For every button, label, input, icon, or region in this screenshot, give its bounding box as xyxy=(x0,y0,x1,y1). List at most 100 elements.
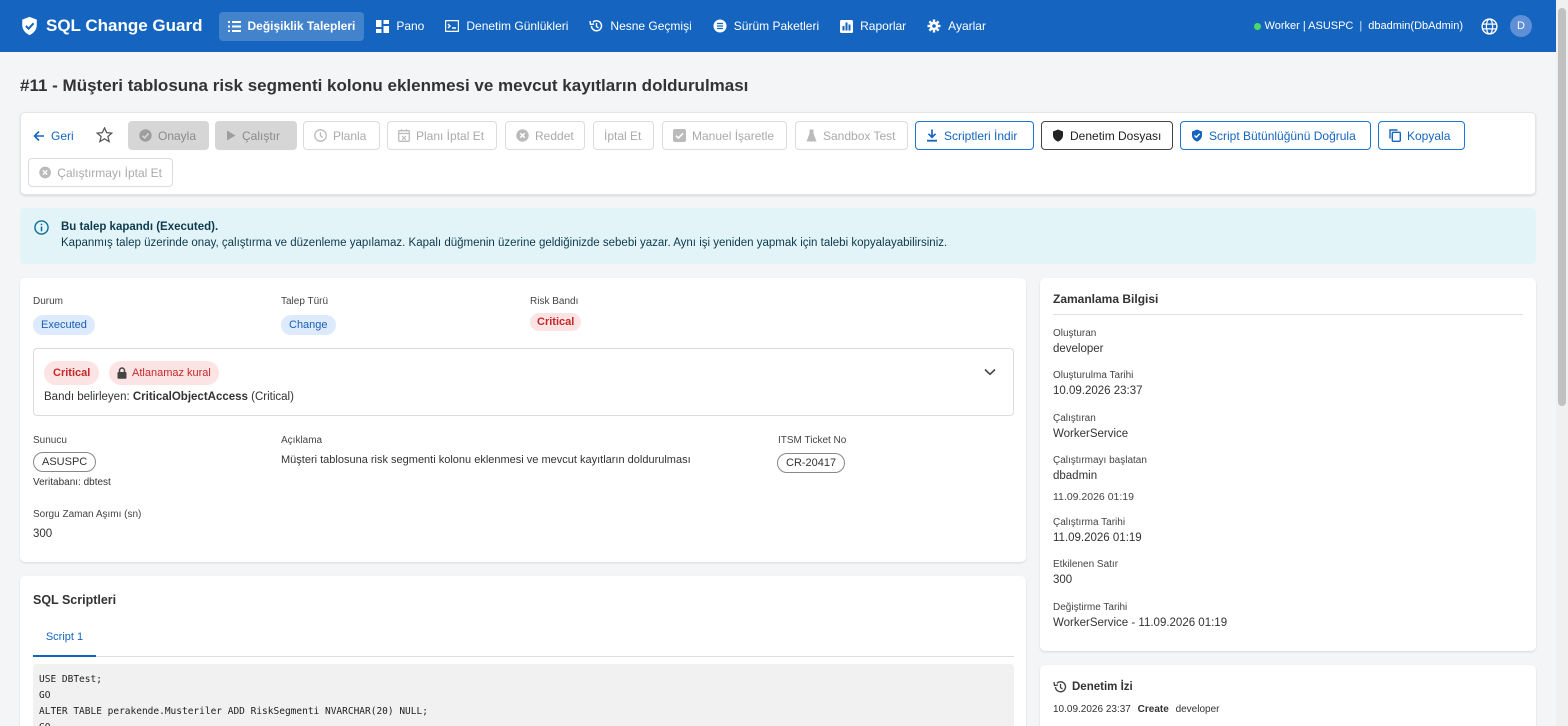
sql-scripts-card: SQL Scriptleri Script 1 USE DBTest; GO A… xyxy=(20,576,1026,726)
nav-item-label: Değişiklik Talepleri xyxy=(247,19,356,33)
action-toolbar: Geri Onayla Çalıştır Planla Planı İptal … xyxy=(20,112,1536,195)
dashboard-icon xyxy=(376,19,390,33)
checkbox-icon xyxy=(673,129,686,142)
nav-item-audit-logs[interactable]: Denetim Günlükleri xyxy=(436,12,577,41)
banner-title: Bu talep kapandı (Executed). xyxy=(61,221,219,233)
copy-button[interactable]: Kopyala xyxy=(1378,121,1465,150)
star-icon[interactable] xyxy=(96,127,113,143)
started-by-value: dbadmin xyxy=(1053,470,1098,482)
manual-mark-button[interactable]: Manuel İşaretle xyxy=(662,121,787,150)
verify-integrity-button[interactable]: Script Bütünlüğünü Doğrula xyxy=(1180,121,1371,150)
audit-trail-title: Denetim İzi xyxy=(1072,681,1133,693)
audit-file-label: Denetim Dosyası xyxy=(1070,128,1162,143)
avatar[interactable]: D xyxy=(1510,15,1532,37)
nav-item-label: Ayarlar xyxy=(948,19,986,33)
itsm-label: ITSM Ticket No xyxy=(778,435,847,446)
audit-trail-card: Denetim İzi 10.09.2026 23:37 Create deve… xyxy=(1040,665,1536,726)
execute-button[interactable]: Çalıştır xyxy=(215,121,297,150)
audit-entry-user: developer xyxy=(1175,704,1220,715)
cancel-plan-label: Planı İptal Et xyxy=(416,128,485,143)
affected-rows-label: Etkilenen Satır xyxy=(1053,559,1119,570)
nav-item-change-requests[interactable]: Değişiklik Talepleri xyxy=(218,11,365,41)
gear-icon xyxy=(927,19,941,33)
executed-at-label: Çalıştırma Tarihi xyxy=(1053,517,1126,528)
play-icon xyxy=(227,130,236,141)
risk-rule-panel[interactable]: Critical Atlanamaz kural Bandı belirleye… xyxy=(33,348,1014,416)
x-circle-icon xyxy=(516,129,529,142)
created-by-value: developer xyxy=(1053,343,1104,355)
brand-name: SQL Change Guard xyxy=(46,16,203,35)
top-navbar: SQL Change Guard Değişiklik Talepleri Pa… xyxy=(0,0,1556,52)
reject-button[interactable]: Reddet xyxy=(505,121,585,150)
approve-label: Onayla xyxy=(158,128,197,143)
audit-entry: 10.09.2026 23:37 Create developer xyxy=(1053,704,1219,715)
nav-item-label: Sürüm Paketleri xyxy=(733,19,820,33)
sql-code-block[interactable]: USE DBTest; GO ALTER TABLE perakende.Mus… xyxy=(33,664,1014,726)
audit-entry-action: Create xyxy=(1137,704,1169,715)
nav-item-label: Raporlar xyxy=(860,19,907,33)
timeout-value: 300 xyxy=(33,528,53,540)
audit-trail-header: Denetim İzi xyxy=(1053,680,1133,694)
timing-info-card: Zamanlama Bilgisi Oluşturan developer Ol… xyxy=(1040,278,1536,651)
cancel-run-label: Çalıştırmayı İptal Et xyxy=(57,165,162,180)
itsm-badge[interactable]: CR-20417 xyxy=(777,453,846,473)
globe-icon[interactable] xyxy=(1481,17,1498,35)
verify-label: Script Bütünlüğünü Doğrula xyxy=(1209,128,1356,143)
type-badge: Change xyxy=(281,315,336,335)
nav-item-release-packages[interactable]: Sürüm Paketleri xyxy=(704,12,828,41)
cancel-run-button[interactable]: Çalıştırmayı İptal Et xyxy=(28,158,173,187)
sandbox-test-button[interactable]: Sandbox Test xyxy=(795,121,908,150)
nav-item-reports[interactable]: Raporlar xyxy=(831,12,915,41)
risk-badge: Critical xyxy=(530,313,582,331)
nav-item-settings[interactable]: Ayarlar xyxy=(918,12,995,41)
history-icon xyxy=(589,20,603,32)
check-circle-icon xyxy=(139,129,152,142)
clock-icon xyxy=(314,129,327,142)
tabs-divider xyxy=(33,656,1014,657)
audit-file-button[interactable]: Denetim Dosyası xyxy=(1041,121,1173,150)
cancel-button[interactable]: İptal Et xyxy=(593,121,654,150)
chevron-down-icon[interactable] xyxy=(984,368,996,376)
download-scripts-button[interactable]: Scriptleri İndir xyxy=(915,121,1034,150)
status-badge: Executed xyxy=(33,315,95,335)
band-prefix: Bandı belirleyen: xyxy=(44,391,130,403)
cancel-label: İptal Et xyxy=(604,128,642,143)
list-icon xyxy=(227,20,241,32)
nav-item-object-history[interactable]: Nesne Geçmişi xyxy=(580,12,700,41)
scrollbar-thumb[interactable] xyxy=(1558,8,1566,406)
vertical-scrollbar[interactable] xyxy=(1556,0,1568,726)
back-button[interactable]: Geri xyxy=(33,121,74,150)
info-icon xyxy=(34,220,49,235)
scripts-title: SQL Scriptleri xyxy=(33,593,117,607)
tab-script-1[interactable]: Script 1 xyxy=(33,629,96,657)
banner-text: Kapanmış talep üzerinde onay, çalıştırma… xyxy=(61,237,948,249)
nav-item-label: Denetim Günlükleri xyxy=(466,19,569,33)
started-at-value: 11.09.2026 01:19 xyxy=(1053,491,1134,503)
server-badge: ASUSPC xyxy=(33,452,97,472)
description-label: Açıklama xyxy=(281,435,323,446)
schedule-button[interactable]: Planla xyxy=(303,121,380,150)
package-icon xyxy=(713,19,727,33)
copy-label: Kopyala xyxy=(1407,128,1451,143)
risk-label: Risk Bandı xyxy=(530,296,579,307)
execute-label: Çalıştır xyxy=(242,128,281,143)
created-at-value: 10.09.2026 23:37 xyxy=(1053,385,1143,397)
created-by-label: Oluşturan xyxy=(1053,328,1097,339)
timeout-label: Sorgu Zaman Aşımı (sn) xyxy=(33,509,142,520)
chart-icon xyxy=(840,19,854,33)
cancel-plan-button[interactable]: Planı İptal Et xyxy=(387,121,497,150)
back-label: Geri xyxy=(51,128,74,143)
rule-critical-badge: Critical xyxy=(44,361,100,385)
brand[interactable]: SQL Change Guard xyxy=(20,16,203,36)
current-user[interactable]: dbadmin(DbAdmin) xyxy=(1368,20,1463,32)
shield-check-icon xyxy=(1192,129,1202,142)
nav-item-dashboard[interactable]: Pano xyxy=(367,12,433,41)
executor-label: Çalıştıran xyxy=(1053,413,1096,424)
executor-value: WorkerService xyxy=(1053,428,1129,440)
x-circle-icon xyxy=(39,166,52,179)
modified-value: WorkerService - 11.09.2026 01:19 xyxy=(1053,617,1228,629)
nav-menu: Değişiklik Talepleri Pano Denetim Günlük… xyxy=(218,11,998,41)
approve-button[interactable]: Onayla xyxy=(128,121,209,150)
database-name: Veritabanı: dbtest xyxy=(33,477,111,488)
request-details-card: Durum Executed Talep Türü Change Risk Ba… xyxy=(20,278,1026,562)
